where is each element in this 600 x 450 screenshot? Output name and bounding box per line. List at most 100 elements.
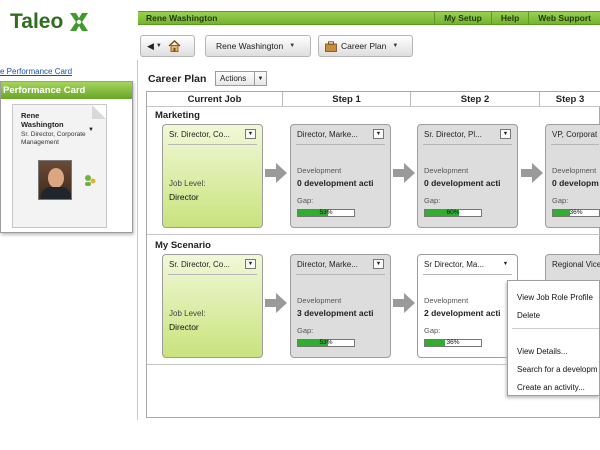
step-card[interactable]: Director, Marke... ▼ Development 0 devel… [290,124,391,228]
menu-item-view-job-role-profile[interactable]: View Job Role Profile [517,293,593,302]
job-title: Director, Marke... [297,130,358,139]
current-job-card[interactable]: Sr. Director, Co... ▼ Job Level: Directo… [162,124,263,228]
chevron-down-icon[interactable]: ▼ [373,259,384,269]
employee-first-name: Rene [21,111,40,120]
section-title-marketing: Marketing [155,110,200,121]
gap-percent: 36% [446,339,460,346]
chevron-down-icon[interactable]: ▼ [500,129,511,139]
avatar-face [48,168,64,188]
my-setup-link[interactable]: My Setup [434,12,491,24]
card-divider [168,274,257,275]
job-level-value: Director [169,322,199,332]
card-divider [296,274,385,275]
column-header-current-job: Current Job [147,92,283,106]
employee-card[interactable]: Rene Washington ▼ Sr. Director, Corporat… [12,104,107,228]
person-selector-button[interactable]: Rene Washington ▼ [205,35,311,57]
job-level-value: Director [169,192,199,202]
development-label: Development [297,296,342,305]
arrow-right-icon [521,163,543,183]
gap-label: Gap: [297,196,314,205]
column-header-step-3: Step 3 [540,92,600,106]
help-link[interactable]: Help [490,12,528,24]
card-divider [296,144,385,145]
page-corner [92,105,106,119]
header-divider [147,106,600,107]
menu-separator [512,328,599,329]
menu-item-view-details[interactable]: View Details... [517,347,568,356]
actions-dropdown[interactable]: Actions ▼ [215,71,267,86]
career-plan-label: Career Plan [341,41,387,51]
gap-progress-bar: 36% [424,339,482,347]
step-card-selected[interactable]: Sr Director, Ma... ▼ Development 2 devel… [417,254,518,358]
menu-item-create-activity[interactable]: Create an activity... [517,383,585,392]
step-card[interactable]: Director, Marke... ▼ Development 3 devel… [290,254,391,358]
arrow-right-icon [265,293,287,313]
employee-title: Sr. Director, Corporate Management [21,131,86,146]
job-title: Sr. Director, Co... [169,130,230,139]
development-activities[interactable]: 0 development acti [297,178,389,188]
team-icon[interactable] [83,173,97,187]
gap-progress-bar: 36% [552,209,600,217]
step-card[interactable]: VP, Corporat Development 0 developm Gap:… [545,124,600,228]
performance-card-link[interactable]: e Performance Card [0,67,72,76]
gap-percent: 53% [319,209,333,216]
logo-text: Taleo [10,10,64,33]
step-card[interactable]: Sr. Director, Pl... ▼ Development 0 deve… [417,124,518,228]
person-selector-label: Rene Washington [216,41,284,51]
gap-percent: 36% [569,209,583,216]
gap-label: Gap: [552,196,569,205]
column-header-step-1: Step 1 [283,92,411,106]
development-label: Development [552,166,597,175]
job-title: Regional Vice [552,260,600,269]
chevron-down-icon: ▼ [289,43,296,49]
job-title: VP, Corporat [552,130,598,139]
development-label: Development [424,296,469,305]
chevron-down-icon[interactable]: ▼ [245,129,256,139]
gap-percent: 60% [446,209,460,216]
job-level-label: Job Level: [169,179,206,188]
gap-progress-bar: 53% [297,339,355,347]
gap-percent: 53% [319,339,333,346]
top-bar: Rene Washington My Setup Help Web Suppor… [138,11,600,25]
employee-last-name: Washington [21,120,64,129]
card-divider [551,144,599,145]
back-arrow-icon[interactable]: ◀ [147,41,154,52]
gap-progress-bar: 60% [424,209,482,217]
back-home-button[interactable]: ◀ ▼ [140,35,195,57]
web-support-link[interactable]: Web Support [528,12,600,24]
job-title: Sr Director, Ma... [424,260,485,269]
development-activities[interactable]: 0 development acti [424,178,516,188]
development-activities[interactable]: 0 developm [552,178,600,188]
career-plan-button[interactable]: Career Plan ▼ [318,35,413,57]
arrow-right-icon [393,293,415,313]
chevron-down-icon[interactable]: ▼ [500,259,511,269]
career-plan-title: Career Plan [148,73,207,85]
home-icon[interactable] [168,40,181,52]
taleo-logo: Taleo [10,10,91,34]
gap-label: Gap: [297,326,314,335]
development-activities[interactable]: 3 development acti [297,308,389,318]
arrow-right-icon [393,163,415,183]
chevron-down-icon[interactable]: ▼ [156,43,162,49]
chevron-down-icon[interactable]: ▼ [245,259,256,269]
development-label: Development [424,166,469,175]
job-title: Sr. Director, Pl... [424,130,482,139]
chevron-down-icon[interactable]: ▼ [373,129,384,139]
job-title: Sr. Director, Co... [169,260,230,269]
employee-name: Rene Washington [21,111,64,129]
taleo-x-icon [70,13,89,31]
section-divider [147,234,600,235]
chevron-down-icon: ▼ [392,43,399,49]
menu-item-delete[interactable]: Delete [517,311,540,320]
gap-label: Gap: [424,326,441,335]
column-header-step-2: Step 2 [411,92,540,106]
menu-item-search-for-development[interactable]: Search for a developm [517,365,598,374]
avatar [38,160,72,200]
current-job-card[interactable]: Sr. Director, Co... ▼ Job Level: Directo… [162,254,263,358]
panel-divider [137,60,138,420]
development-activities[interactable]: 2 development acti [424,308,516,318]
job-title: Director, Marke... [297,260,358,269]
chevron-down-icon[interactable]: ▼ [254,72,266,85]
top-bar-user: Rene Washington [146,13,218,23]
card-divider [168,144,257,145]
